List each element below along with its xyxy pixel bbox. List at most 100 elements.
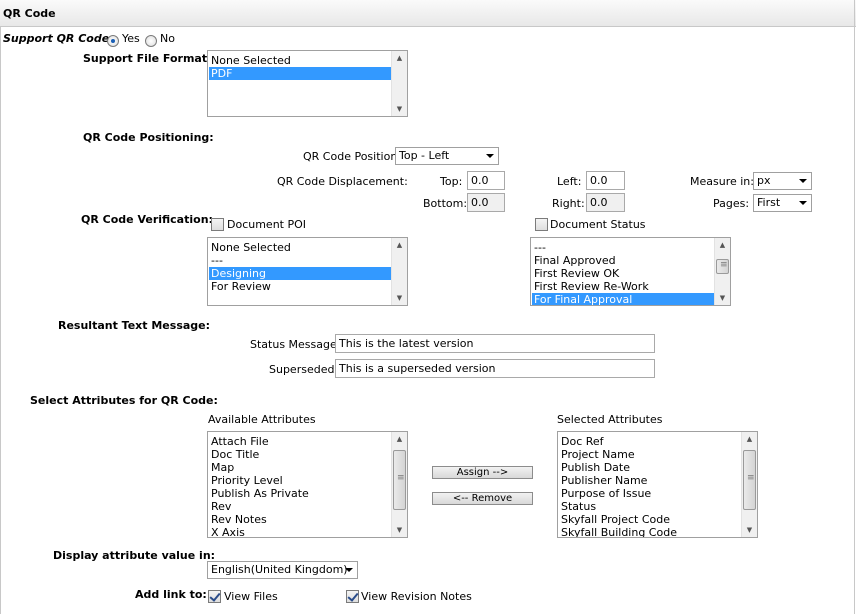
list-item[interactable]: Doc Title bbox=[209, 448, 391, 461]
attributes-label: Select Attributes for QR Code: bbox=[30, 394, 218, 407]
panel-title: QR Code bbox=[3, 7, 56, 20]
list-item[interactable]: Attach File bbox=[209, 435, 391, 448]
document-poi-listbox[interactable]: None Selected --- Designing For Review ▲… bbox=[207, 237, 408, 306]
support-qr-yes-radio[interactable] bbox=[107, 35, 119, 47]
list-item[interactable]: Designing bbox=[209, 267, 391, 280]
superseded-label: Superseded: bbox=[269, 363, 339, 376]
file-format-listbox[interactable]: None Selected PDF ▲ ▼ bbox=[207, 50, 408, 117]
support-qr-no-label[interactable]: No bbox=[160, 32, 175, 45]
scroll-down-icon[interactable]: ▼ bbox=[392, 102, 407, 116]
vertical-scrollbar[interactable]: ▲ ▼ bbox=[391, 51, 407, 116]
bottom-value: 0.0 bbox=[471, 196, 489, 209]
pages-label: Pages: bbox=[713, 197, 750, 210]
list-item[interactable]: --- bbox=[532, 241, 714, 254]
list-item[interactable]: Rev bbox=[209, 500, 391, 513]
vertical-scrollbar[interactable]: ▲ ▼ bbox=[714, 238, 730, 305]
list-item[interactable]: For Final Approval bbox=[532, 293, 714, 305]
document-poi-checkbox[interactable] bbox=[211, 218, 224, 231]
list-item[interactable]: Publish Date bbox=[559, 461, 741, 474]
status-message-label: Status Message: bbox=[250, 338, 341, 351]
view-revision-notes-label[interactable]: View Revision Notes bbox=[361, 590, 472, 603]
scrollbar-thumb[interactable] bbox=[716, 259, 729, 274]
display-value-label: Display attribute value in: bbox=[53, 549, 216, 562]
right-input[interactable]: 0.0 bbox=[586, 193, 625, 212]
scrollbar-thumb[interactable] bbox=[743, 450, 756, 510]
left-input[interactable]: 0.0 bbox=[586, 171, 625, 190]
chevron-down-icon bbox=[486, 154, 494, 158]
document-status-listbox[interactable]: --- Final Approved First Review OK First… bbox=[530, 237, 731, 306]
add-link-label: Add link to: bbox=[135, 588, 207, 601]
vertical-scrollbar[interactable]: ▲ ▼ bbox=[391, 432, 407, 537]
document-status-checkbox[interactable] bbox=[535, 218, 548, 231]
measure-label: Measure in: bbox=[690, 175, 754, 188]
list-item[interactable]: Project Name bbox=[559, 448, 741, 461]
document-status-label[interactable]: Document Status bbox=[550, 218, 646, 231]
scroll-up-icon[interactable]: ▲ bbox=[392, 51, 407, 65]
messages-label: Resultant Text Message: bbox=[58, 319, 211, 332]
list-item[interactable]: First Review OK bbox=[532, 267, 714, 280]
chevron-down-icon bbox=[799, 179, 807, 183]
support-qr-yes-label[interactable]: Yes bbox=[122, 32, 140, 45]
verification-label: QR Code Verification: bbox=[81, 213, 213, 226]
list-item[interactable]: Map bbox=[209, 461, 391, 474]
view-revision-notes-checkbox[interactable] bbox=[346, 590, 359, 603]
display-language-select[interactable]: English(United Kingdom) bbox=[207, 561, 358, 579]
list-item[interactable]: First Review Re-Work bbox=[532, 280, 714, 293]
list-item[interactable]: Publish As Private bbox=[209, 487, 391, 500]
selected-attributes-header: Selected Attributes bbox=[557, 413, 663, 426]
view-files-checkbox[interactable] bbox=[208, 590, 221, 603]
left-label: Left: bbox=[557, 175, 582, 188]
view-files-label[interactable]: View Files bbox=[224, 590, 278, 603]
document-poi-label[interactable]: Document POI bbox=[227, 218, 306, 231]
panel-border bbox=[0, 27, 1, 614]
list-item[interactable]: For Review bbox=[209, 280, 391, 293]
list-item[interactable]: Publisher Name bbox=[559, 474, 741, 487]
list-item[interactable]: Skyfall Building Code bbox=[559, 526, 741, 537]
scroll-down-icon[interactable]: ▼ bbox=[715, 291, 730, 305]
scroll-up-icon[interactable]: ▲ bbox=[392, 238, 407, 252]
scroll-up-icon[interactable]: ▲ bbox=[715, 238, 730, 252]
list-item[interactable]: X Axis bbox=[209, 526, 391, 537]
superseded-input[interactable]: This is a superseded version bbox=[335, 359, 655, 378]
list-item[interactable]: None Selected bbox=[209, 241, 391, 254]
list-item[interactable]: Skyfall Project Code bbox=[559, 513, 741, 526]
chevron-down-icon bbox=[345, 568, 353, 572]
measure-select[interactable]: px bbox=[753, 172, 812, 190]
available-attributes-listbox[interactable]: Attach File Doc Title Map Priority Level… bbox=[207, 431, 408, 538]
scroll-down-icon[interactable]: ▼ bbox=[742, 523, 757, 537]
list-item[interactable]: Status bbox=[559, 500, 741, 513]
superseded-value: This is a superseded version bbox=[339, 362, 496, 375]
pages-select[interactable]: First bbox=[753, 194, 812, 212]
list-item[interactable]: Priority Level bbox=[209, 474, 391, 487]
top-input[interactable]: 0.0 bbox=[467, 171, 505, 190]
file-format-label: Support File Format: bbox=[83, 52, 212, 65]
list-item[interactable]: PDF bbox=[209, 67, 391, 80]
vertical-scrollbar[interactable]: ▲ ▼ bbox=[741, 432, 757, 537]
scrollbar-thumb[interactable] bbox=[393, 450, 406, 510]
measure-value: px bbox=[757, 174, 771, 187]
list-item[interactable]: None Selected bbox=[209, 54, 391, 67]
list-item[interactable]: Purpose of Issue bbox=[559, 487, 741, 500]
scroll-up-icon[interactable]: ▲ bbox=[392, 432, 407, 446]
support-qr-no-radio[interactable] bbox=[145, 35, 157, 47]
assign-button[interactable]: Assign --> bbox=[432, 466, 533, 479]
selected-attributes-listbox[interactable]: Doc Ref Project Name Publish Date Publis… bbox=[557, 431, 758, 538]
top-label: Top: bbox=[440, 175, 463, 188]
scroll-down-icon[interactable]: ▼ bbox=[392, 291, 407, 305]
vertical-scrollbar[interactable]: ▲ ▼ bbox=[391, 238, 407, 305]
pages-value: First bbox=[757, 196, 781, 209]
qr-position-select[interactable]: Top - Left bbox=[395, 147, 499, 165]
scroll-up-icon[interactable]: ▲ bbox=[742, 432, 757, 446]
list-item[interactable]: Doc Ref bbox=[559, 435, 741, 448]
remove-button[interactable]: <-- Remove bbox=[432, 492, 533, 505]
panel-border bbox=[854, 0, 855, 614]
list-item[interactable]: Final Approved bbox=[532, 254, 714, 267]
display-language-value: English(United Kingdom) bbox=[211, 563, 348, 576]
bottom-input[interactable]: 0.0 bbox=[467, 193, 505, 212]
positioning-label: QR Code Positioning: bbox=[83, 131, 214, 144]
right-label: Right: bbox=[552, 197, 585, 210]
list-item[interactable]: --- bbox=[209, 254, 391, 267]
scroll-down-icon[interactable]: ▼ bbox=[392, 523, 407, 537]
status-message-input[interactable]: This is the latest version bbox=[335, 334, 655, 353]
list-item[interactable]: Rev Notes bbox=[209, 513, 391, 526]
